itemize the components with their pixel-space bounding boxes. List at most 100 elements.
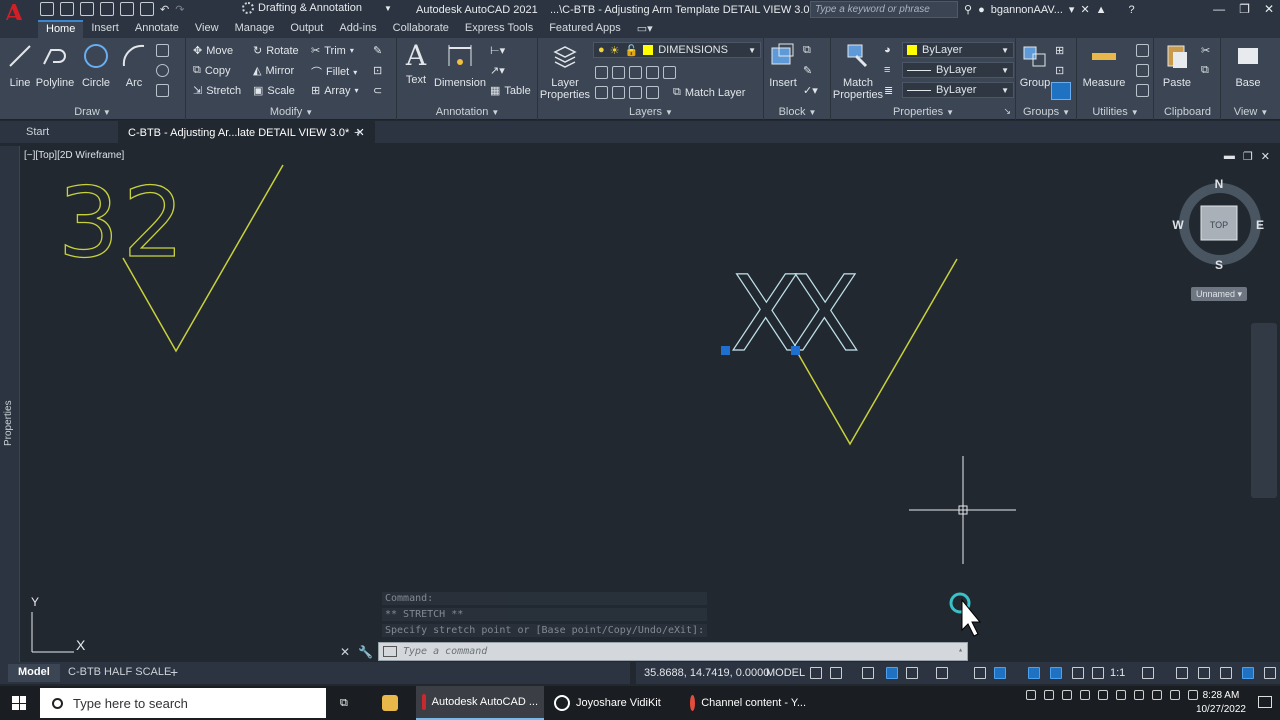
auto-scale-icon[interactable] [1072,667,1084,679]
dimension-button[interactable]: Dimension [434,42,486,89]
ungroup-icon[interactable]: ⊞ [1055,44,1064,57]
select-all-icon[interactable] [1136,64,1149,77]
web-mobile-icon[interactable] [120,2,134,16]
quick-calc-icon[interactable] [1136,44,1149,57]
group-edit-icon[interactable]: ⊡ [1055,64,1064,77]
tab-collaborate[interactable]: Collaborate [385,20,457,38]
trim-button[interactable]: ✂ Trim ▾ [311,44,354,58]
move-button[interactable]: ✥ Move [193,44,233,58]
compass-w[interactable]: W [1172,218,1184,232]
compass-n[interactable]: N [1215,178,1224,191]
task-view-icon[interactable]: ⧉ [334,686,354,720]
array-button[interactable]: ⊞ Array ▾ [311,84,359,98]
panel-groups-title[interactable]: Groups ▼ [1017,106,1076,118]
annotation-visibility-icon[interactable] [1050,667,1062,679]
tab-view[interactable]: View [187,20,227,38]
restore-icon[interactable]: ❐ [1243,150,1253,163]
edit-block-icon[interactable]: ✎ [803,64,812,77]
close-icon[interactable]: ✕ [1261,150,1270,163]
compass-s[interactable]: S [1215,258,1223,272]
model-space-toggle[interactable]: MODEL [766,667,805,679]
user-name[interactable]: bgannonAAV... [991,4,1063,16]
search-icon[interactable]: ⚲ [964,3,972,16]
workspace-gear-icon[interactable] [1142,667,1154,679]
properties-palette-collapsed[interactable]: Properties [0,146,20,662]
tab-manage[interactable]: Manage [227,20,283,38]
notification-icon[interactable] [1258,696,1272,708]
command-input[interactable]: Type a command ▴ [378,642,968,661]
rotate-button[interactable]: ↻ Rotate [253,44,299,58]
linear-dim-icon[interactable]: ⊢▾ [490,44,505,57]
save-as-icon[interactable] [100,2,114,16]
quick-properties-icon[interactable] [1220,667,1232,679]
match-layer-button[interactable]: ⧉ Match Layer [673,86,745,99]
command-prompt-icon[interactable] [383,646,397,657]
open-file-icon[interactable] [60,2,74,16]
help-search-input[interactable]: Type a keyword or phrase [810,1,958,18]
tab-featured-apps[interactable]: Featured Apps [541,20,629,38]
tab-start[interactable]: Start [16,121,59,143]
arc-button[interactable]: Arc [108,42,160,89]
tab-home[interactable]: Home [38,20,84,38]
viewcube[interactable]: TOP N S W E [1172,178,1268,274]
panel-annotation-title[interactable]: Annotation ▼ [398,106,537,118]
paste-button[interactable]: Paste [1151,42,1203,89]
tray-app-icon[interactable] [1134,690,1144,700]
tab-addins[interactable]: Add-ins [331,20,384,38]
tab-express-tools[interactable]: Express Tools [457,20,541,38]
ucs-menu-button[interactable]: Unnamed ▾ [1191,287,1247,301]
tray-app-icon[interactable] [1152,690,1162,700]
tab-output[interactable]: Output [282,20,331,38]
lineweight-display-icon[interactable] [1028,667,1040,679]
tab-insert[interactable]: Insert [83,20,127,38]
workspace-selector[interactable]: Drafting & Annotation ▼ [242,2,392,14]
print-icon[interactable] [140,2,154,16]
panel-view-title[interactable]: View ▼ [1222,106,1280,118]
fillet-button[interactable]: ⌒ Fillet ▾ [311,64,357,80]
offset-icon[interactable]: ⊂ [373,84,382,97]
layer-dropdown[interactable]: ● ☀ 🔓 DIMENSIONS ▼ [593,42,761,58]
grid-icon[interactable] [810,667,822,679]
close-icon[interactable]: ✕ [340,645,350,659]
match-properties-button[interactable]: Match Properties [832,42,884,101]
base-button[interactable]: Base [1222,42,1274,89]
chevron-up-icon[interactable]: ▴ [958,645,963,654]
panel-modify-title[interactable]: Modify ▼ [187,106,396,118]
object-snap-icon[interactable] [994,667,1006,679]
bluetooth-icon[interactable] [1116,690,1126,700]
tab-current-drawing[interactable]: C-BTB - Adjusting Ar...late DETAIL VIEW … [118,121,375,143]
network-icon[interactable] [1170,690,1180,700]
annotation-monitor-icon[interactable] [1176,667,1188,679]
panel-layers-title[interactable]: Layers ▼ [539,106,763,118]
insert-button[interactable]: Insert [757,42,809,89]
panel-launcher-icon[interactable]: ↘ [1003,106,1011,117]
create-block-icon[interactable]: ⧉ [803,44,811,57]
linetype-dropdown[interactable]: ByLayer ▼ [902,62,1014,78]
cart-icon[interactable]: ▾ [1069,3,1075,16]
table-button[interactable]: ▦ Table [490,84,531,98]
color-dropdown[interactable]: ByLayer ▼ [902,42,1014,58]
copy-clip-icon[interactable]: ⧉ [1201,64,1209,77]
taskbar-item-joyoshare[interactable]: Joyoshare VidiKit [548,686,678,720]
ortho-icon[interactable] [886,667,898,679]
taskbar-item-autocad[interactable]: Autodesk AutoCAD ... [416,686,544,720]
taskbar-item-chrome[interactable]: Channel content - Y... [684,686,812,720]
minimize-icon[interactable]: — [1213,2,1225,16]
polar-tracking-icon[interactable] [906,667,918,679]
taskbar-clock[interactable]: 8:28 AM 10/27/2022 [1196,689,1246,717]
calculator-icon[interactable] [1136,84,1149,97]
compass-e[interactable]: E [1256,218,1264,232]
new-layout-icon[interactable]: + [160,664,188,682]
leader-icon[interactable]: ↗▾ [490,64,505,77]
lineweight-dropdown[interactable]: ByLayer ▼ [902,82,1014,98]
boundary-icon[interactable] [156,84,169,97]
tray-app-icon[interactable] [1062,690,1072,700]
drawing-viewport[interactable] [20,146,1280,662]
layer-tools-row-2[interactable] [595,86,659,99]
infer-constraints-icon[interactable] [862,667,874,679]
customize-icon[interactable]: 🔧 [358,645,373,659]
coordinate-readout[interactable]: 35.8688, 14.7419, 0.0000 [644,667,769,679]
panel-draw-title[interactable]: Draw ▼ [0,106,185,118]
stretch-button[interactable]: ⇲ Stretch [193,84,241,98]
redo-icon[interactable]: ↷ [175,3,184,16]
